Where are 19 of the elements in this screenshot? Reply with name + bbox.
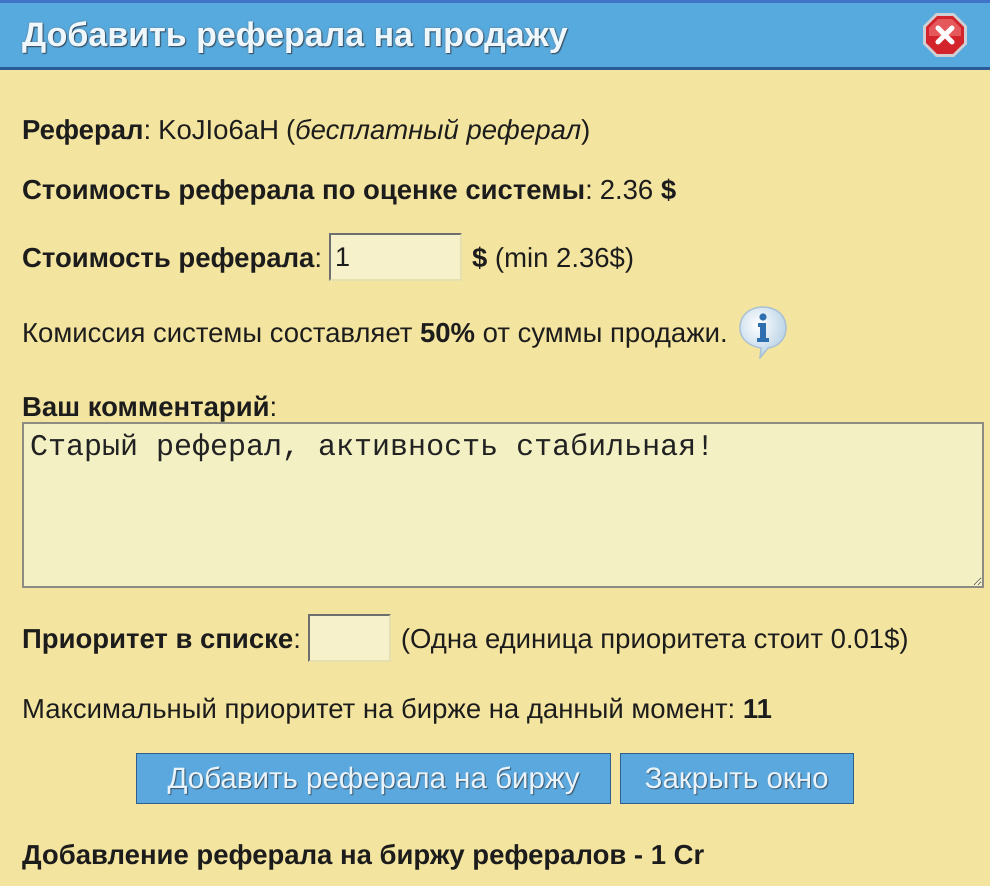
max-priority-text: Максимальный приоритет на бирже на данный момент: 11 [22,693,772,724]
priority-field[interactable] [308,614,391,662]
price-label: Стоимость реферала: [22,242,322,272]
comment-field[interactable]: Старый реферал, активность стабильная! [22,422,984,588]
close-icon[interactable] [922,12,968,58]
priority-label: Приоритет в списке: [22,622,301,654]
priority-hint: (Одна единица приоритета стоит 0.01$) [400,622,909,654]
referral-label: Реферал: [22,114,152,145]
comment-label: Ваш комментарий: [22,391,278,422]
estimated-cost-label: Стоимость реферала по оценке системы: [22,174,593,205]
commission-text: Комиссия системы составляет 50% от суммы продажи. [22,316,728,348]
estimated-cost-value: 2.36 $ [600,174,676,205]
referral-name: KoJIo6aH [158,114,279,145]
referral-type-note: (бесплатный реферал) [286,114,590,145]
info-icon[interactable] [738,305,788,359]
price-field[interactable]: 1 [328,233,462,281]
price-hint: $ (min 2.36$) [472,242,634,272]
footer-text: Добавление реферала на биржу рефералов - 1 Cr [22,839,704,870]
window-title: Добавить реферала на продажу [22,16,568,54]
